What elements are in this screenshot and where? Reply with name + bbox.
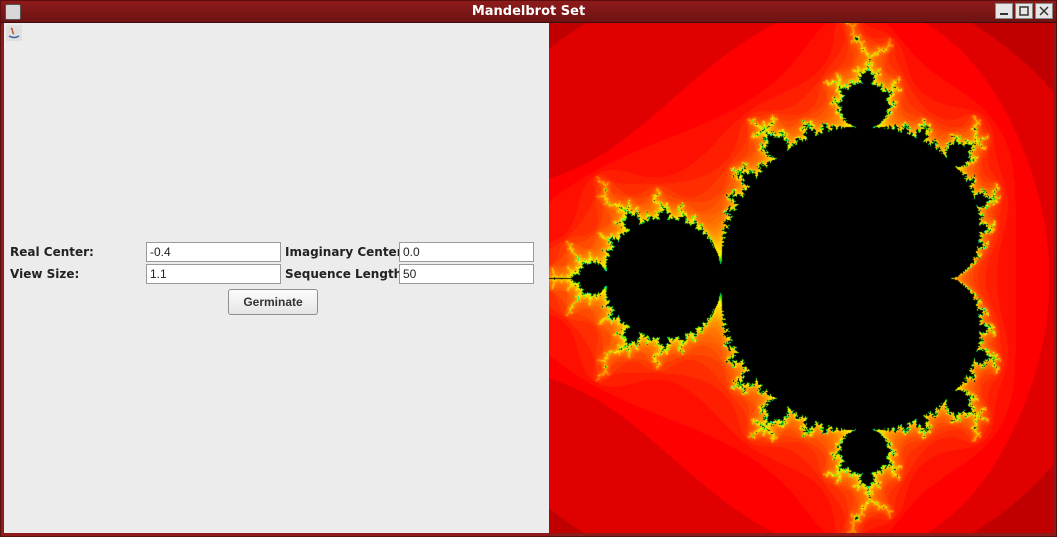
real-center-label: Real Center: [10,245,146,259]
imaginary-center-input[interactable] [399,242,534,262]
view-size-input[interactable] [146,264,281,284]
control-panel: Real Center: Imaginary Center: View Size… [4,23,549,533]
button-row: Germinate [10,289,544,315]
window-title: Mandelbrot Set [472,4,585,19]
mandelbrot-canvas [549,23,1053,533]
window-controls [995,3,1053,19]
form-row: View Size: Sequence Length: [10,263,544,285]
form-row: Real Center: Imaginary Center: [10,241,544,263]
app-titlebar-icon [5,4,21,20]
fractal-viewport[interactable] [549,23,1053,533]
maximize-icon [1019,6,1029,16]
java-app-icon [6,25,22,41]
content-area: Real Center: Imaginary Center: View Size… [1,23,1056,536]
imaginary-center-label: Imaginary Center: [281,245,399,259]
close-icon [1039,6,1049,16]
minimize-button[interactable] [995,3,1013,19]
real-center-input[interactable] [146,242,281,262]
view-size-label: View Size: [10,267,146,281]
minimize-icon [999,6,1009,16]
app-window: Mandelbrot Set Real Center: [0,0,1057,537]
sequence-length-input[interactable] [399,264,534,284]
parameter-form: Real Center: Imaginary Center: View Size… [10,241,544,315]
sequence-length-label: Sequence Length: [281,267,399,281]
maximize-button[interactable] [1015,3,1033,19]
close-button[interactable] [1035,3,1053,19]
germinate-button[interactable]: Germinate [228,289,318,315]
titlebar[interactable]: Mandelbrot Set [1,1,1056,23]
